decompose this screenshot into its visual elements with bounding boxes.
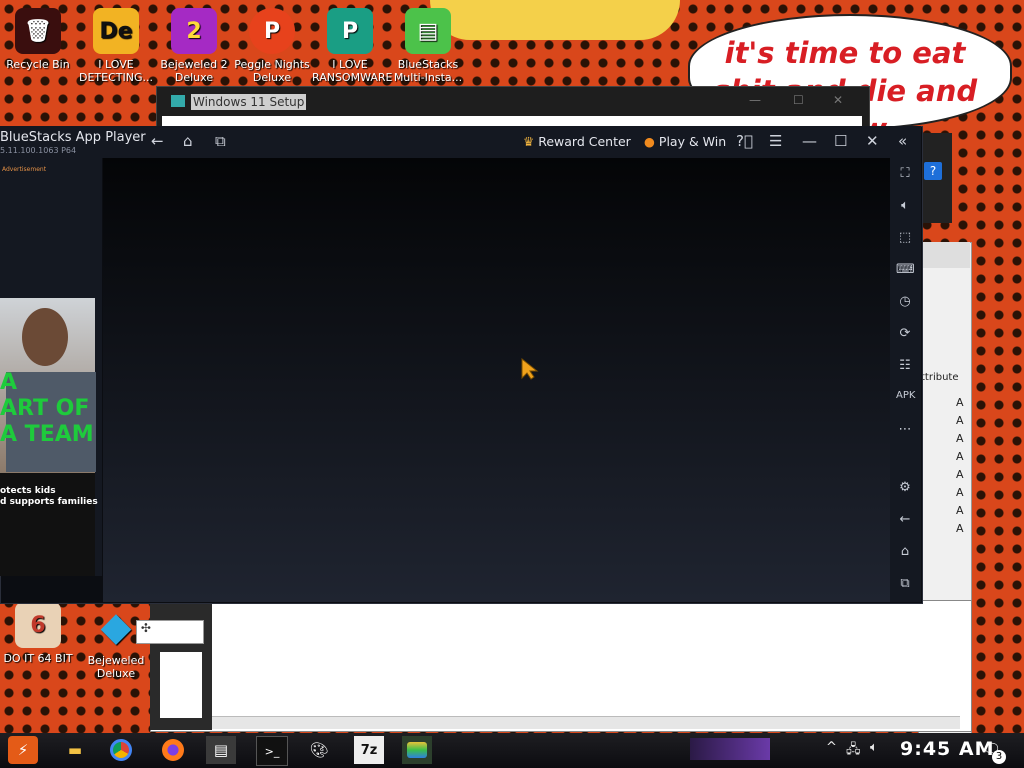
firefox-icon[interactable] — [158, 736, 188, 764]
macro-recorder-icon[interactable]: ◷ — [896, 294, 914, 309]
keyboard-icon[interactable]: ⌨ — [896, 262, 915, 277]
bluestacks-version: 5.11.100.1063 P64 — [0, 146, 77, 155]
desktop-icon-peggle[interactable]: P Peggle Nights Deluxe — [234, 8, 310, 84]
file-explorer-icon[interactable]: ▬ — [60, 736, 90, 764]
help-icon[interactable]: ? — [924, 162, 942, 180]
taskbar-clock[interactable]: 9:45 AM — [900, 738, 995, 760]
back-arrow-icon[interactable]: ← — [151, 132, 164, 150]
paint-swatch — [160, 652, 202, 718]
setup-window-title: Windows 11 Setup — [191, 94, 307, 110]
setup-window-body — [162, 116, 862, 126]
rotate-icon[interactable]: ⟳ — [896, 326, 914, 341]
setup-minimize-button[interactable]: — — [749, 93, 761, 107]
setup-close-button[interactable]: ✕ — [833, 93, 843, 107]
ad-caption: otects kids d supports families — [0, 486, 98, 507]
desktop-icon-detecting[interactable]: De I LOVE DETECTING... — [78, 8, 154, 84]
bejeweled2-icon: 2 — [171, 8, 217, 54]
sidebar-home-icon[interactable]: ⌂ — [896, 544, 914, 559]
network-icon[interactable]: 🖧 — [846, 740, 861, 762]
bluestacks-app-name: BlueStacks App Player — [0, 130, 146, 145]
recycle-bin-icon: 🗑 — [15, 8, 61, 54]
chrome-icon[interactable] — [106, 736, 136, 764]
crown-icon: ♛ — [523, 134, 535, 149]
background-window-titlebar — [918, 242, 970, 268]
desktop-icon-bejeweled2[interactable]: 2 Bejeweled 2 Deluxe — [156, 8, 232, 84]
bejeweled-gem-icon: ◆ — [100, 603, 132, 650]
detecting-app-icon: De — [93, 8, 139, 54]
sidebar-back-icon[interactable]: ← — [896, 512, 914, 527]
collapse-sidebar-icon[interactable]: « — [898, 132, 907, 150]
sidebar-recent-icon[interactable]: ⧉ — [896, 576, 914, 591]
7zip-icon[interactable]: 7z — [354, 736, 384, 764]
ad-person-head — [22, 308, 68, 366]
recent-apps-icon[interactable]: ⧉ — [215, 132, 226, 150]
more-options-icon[interactable]: ⋯ — [896, 422, 914, 437]
close-icon[interactable]: ✕ — [866, 132, 879, 150]
play-win-button[interactable]: ● Play & Win — [644, 134, 726, 149]
desktop-icon-bluestacks-multi[interactable]: ▤ BlueStacks Multi-Insta... — [390, 8, 466, 84]
multi-instance-icon[interactable]: ☷ — [896, 358, 914, 373]
bluestacks-multi-icon: ▤ — [405, 8, 451, 54]
start-button-icon[interactable]: ⚡ — [8, 736, 38, 764]
setup-taskbar-icon[interactable]: ▤ — [206, 736, 236, 764]
desktop-icon-recycle-bin[interactable]: 🗑 Recycle Bin — [0, 8, 76, 71]
wallpaper-character-hair — [430, 0, 680, 40]
paint-canvas-window[interactable] — [150, 600, 972, 732]
emulator-screen[interactable] — [103, 158, 890, 602]
tray-chevron-icon[interactable]: ^ — [826, 740, 837, 755]
volume-tray-icon[interactable]: 🔈︎ — [870, 740, 878, 755]
minimize-icon[interactable]: — — [802, 132, 817, 150]
ransomware-app-icon: P — [327, 8, 373, 54]
desktop-icon-do-it-64[interactable]: 6 DO IT 64 BIT — [0, 602, 76, 665]
bluestacks-sidebar — [890, 158, 921, 602]
setup-window-icon — [171, 95, 185, 107]
hamburger-menu-icon[interactable]: ☰ — [769, 132, 782, 150]
help-circle-icon[interactable]: ?⃝ — [736, 132, 753, 150]
attribute-values: AAAAAAAA — [956, 396, 964, 535]
settings-gear-icon[interactable]: ⚙ — [896, 480, 914, 495]
home-icon[interactable]: ⌂ — [183, 132, 193, 150]
paint-icon[interactable]: 🎨︎ — [304, 736, 334, 764]
apk-install-icon[interactable]: APK — [896, 390, 915, 401]
fullscreen-icon[interactable]: ⛶ — [896, 166, 914, 181]
ad-headline: A ART OF A TEAM — [0, 370, 94, 447]
do-it-64-icon: 6 — [15, 602, 61, 648]
pointer-lock-icon[interactable]: ⬚ — [896, 230, 914, 245]
bluestacks-taskbar-icon[interactable] — [402, 736, 432, 764]
horizontal-scrollbar[interactable] — [212, 716, 960, 729]
bluestacks-titlebar[interactable]: BlueStacks App Player 5.11.100.1063 P64 … — [0, 126, 921, 158]
advertisement-label: Advertisement — [2, 166, 47, 173]
desktop-icon-ransomware[interactable]: P I LOVE RANSOMWARE — [312, 8, 392, 84]
move-cursor-icon: ✣ — [136, 620, 204, 644]
reward-center-button[interactable]: ♛ Reward Center — [523, 134, 631, 149]
setup-maximize-button[interactable]: ☐ — [793, 93, 804, 107]
maximize-icon[interactable]: ☐ — [834, 132, 847, 150]
attribute-column-header: ttribute — [921, 372, 959, 383]
volume-icon[interactable]: 🔈︎ — [896, 198, 914, 213]
terminal-icon[interactable]: >_ — [256, 736, 288, 766]
mouse-cursor-icon — [521, 358, 539, 380]
peggle-icon: P — [249, 8, 295, 54]
taskbar-accent-strip — [690, 738, 770, 760]
notification-count-badge: 3 — [992, 750, 1006, 764]
play-win-icon: ● — [644, 134, 655, 149]
